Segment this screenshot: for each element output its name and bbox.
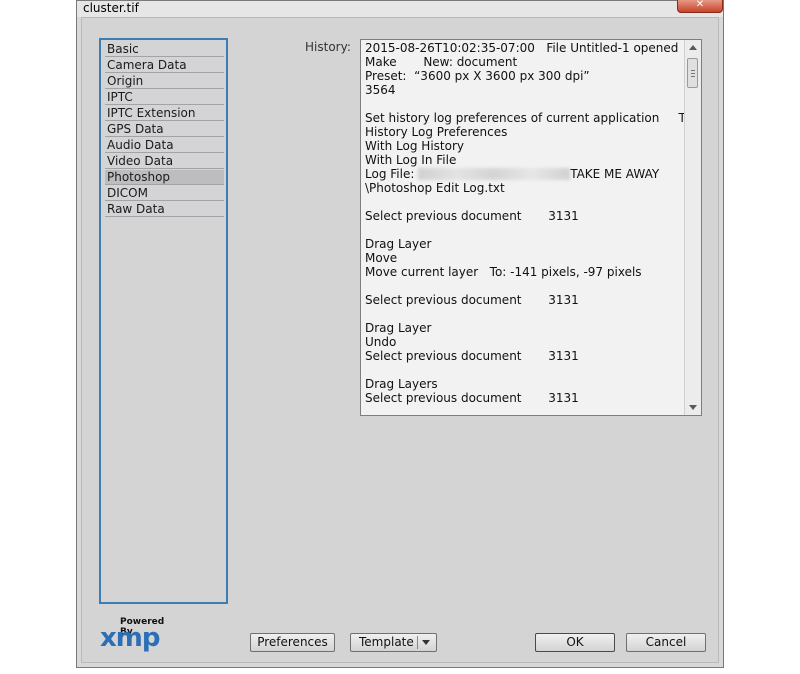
- sidebar-item-gps-data[interactable]: GPS Data: [105, 122, 224, 137]
- chevron-down-icon[interactable]: [422, 640, 430, 645]
- history-line: [365, 195, 681, 209]
- history-line: Drag Layer: [365, 321, 432, 335]
- cancel-button[interactable]: Cancel: [626, 633, 706, 652]
- history-line: Select previous document 3131: [365, 391, 579, 405]
- sidebar-item-basic[interactable]: Basic: [105, 42, 224, 57]
- history-line: With Log In File: [365, 153, 457, 167]
- history-line: Select previous document 3131: [365, 209, 579, 223]
- xmp-logo: Powered By xmp: [100, 617, 172, 653]
- grip-line: [691, 70, 695, 71]
- history-line: Log File: TAKE ME AWAY: [365, 167, 660, 181]
- ok-button[interactable]: OK: [535, 633, 615, 652]
- history-line: Select previous document 3131: [365, 349, 579, 363]
- scroll-thumb[interactable]: [687, 58, 698, 88]
- history-line: 2015-08-26T10:02:35-07:00 File Untitled-…: [365, 41, 679, 55]
- history-line: Set history log preferences of current a…: [365, 111, 696, 125]
- log-file-suffix: TAKE ME AWAY: [570, 167, 660, 181]
- history-line: [365, 223, 681, 237]
- history-text[interactable]: 2015-08-26T10:02:35-07:00 File Untitled-…: [365, 41, 696, 405]
- history-line: Undo: [365, 335, 397, 349]
- scroll-down-icon[interactable]: [689, 405, 697, 410]
- sidebar-item-dicom[interactable]: DICOM: [105, 186, 224, 201]
- redacted-path: [418, 168, 571, 180]
- sidebar-item-raw-data[interactable]: Raw Data: [105, 202, 224, 217]
- history-scrollbar[interactable]: [684, 40, 701, 415]
- history-line: Preset: “3600 px X 3600 px 300 dpi”: [365, 69, 590, 83]
- window-title: cluster.tif: [83, 1, 139, 15]
- history-line: Drag Layers: [365, 377, 438, 391]
- scroll-up-icon[interactable]: [689, 45, 697, 50]
- sidebar-item-iptc-extension[interactable]: IPTC Extension: [105, 106, 224, 121]
- history-label: History:: [305, 40, 351, 54]
- history-line: \Photoshop Edit Log.txt: [365, 181, 505, 195]
- history-line: [365, 307, 681, 321]
- sidebar-item-camera-data[interactable]: Camera Data: [105, 58, 224, 73]
- template-label: Template: [359, 635, 414, 649]
- history-line: 3564: [365, 83, 396, 97]
- sidebar-item-iptc[interactable]: IPTC: [105, 90, 224, 105]
- history-textarea[interactable]: 2015-08-26T10:02:35-07:00 File Untitled-…: [360, 39, 702, 416]
- history-line: History Log Preferences: [365, 125, 508, 139]
- sidebar-item-photoshop[interactable]: Photoshop: [105, 170, 224, 185]
- sidebar-item-video-data[interactable]: Video Data: [105, 154, 224, 169]
- history-line: [365, 363, 681, 377]
- history-line: Drag Layer: [365, 237, 432, 251]
- history-line: With Log History: [365, 139, 464, 153]
- history-line: Select previous document 3131: [365, 293, 579, 307]
- title-bar: cluster.tif ✕: [77, 0, 723, 17]
- sidebar-item-origin[interactable]: Origin: [105, 74, 224, 89]
- history-line: [365, 279, 681, 293]
- sidebar-item-audio-data[interactable]: Audio Data: [105, 138, 224, 153]
- grip-line: [691, 73, 695, 74]
- history-line: Make New: document: [365, 55, 518, 69]
- dropdown-separator: [417, 636, 418, 649]
- close-icon[interactable]: ✕: [677, 0, 723, 13]
- category-sidebar: Basic Camera Data Origin IPTC IPTC Exten…: [99, 38, 228, 604]
- logo-brand: xmp: [100, 623, 160, 653]
- grip-line: [691, 76, 695, 77]
- template-dropdown-button[interactable]: Template: [350, 633, 437, 652]
- history-line: [365, 97, 681, 111]
- history-line: Move: [365, 251, 398, 265]
- preferences-button[interactable]: Preferences: [250, 633, 335, 652]
- history-line: Move current layer To: -141 pixels, -97 …: [365, 265, 642, 279]
